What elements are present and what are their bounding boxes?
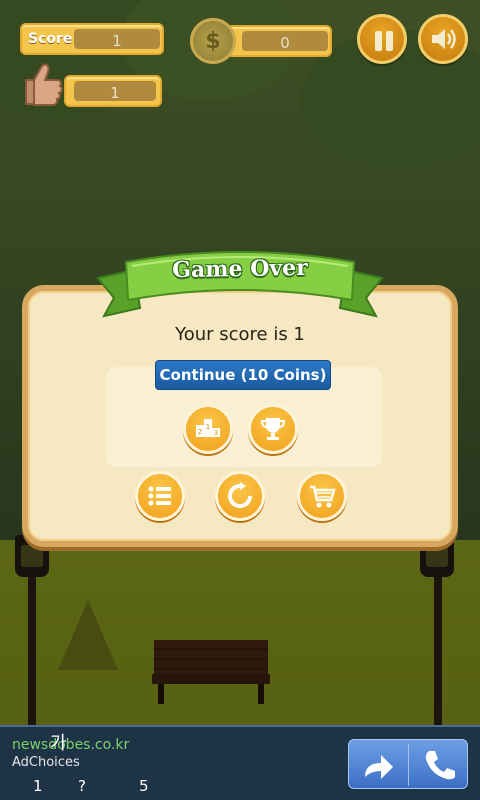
pause-button[interactable] xyxy=(357,14,407,64)
achievements-button[interactable] xyxy=(248,404,298,454)
ad-banner[interactable]: newsdobes.co.kr 가 AdChoices 1 ? 5 xyxy=(0,725,480,800)
restart-icon xyxy=(228,482,252,508)
svg-text:2: 2 xyxy=(198,428,202,436)
likes-bar: 1 xyxy=(64,75,162,107)
likes-value: 1 xyxy=(110,84,120,102)
coin-glyph: $ xyxy=(205,29,221,54)
score-value: 1 xyxy=(112,32,122,50)
menu-button[interactable] xyxy=(135,471,185,521)
ad-action-buttons xyxy=(348,739,468,789)
svg-text:1: 1 xyxy=(206,423,210,431)
phone-icon[interactable] xyxy=(419,745,459,785)
score-message: Your score is 1 xyxy=(175,324,305,345)
ad-num-3: 5 xyxy=(139,777,149,795)
restart-button[interactable] xyxy=(215,471,265,521)
score-label: Score xyxy=(28,31,73,47)
sound-button[interactable] xyxy=(418,14,468,64)
continue-button[interactable]: Continue (10 Coins) xyxy=(155,360,331,390)
ad-url[interactable]: newsdobes.co.kr xyxy=(12,737,129,753)
ad-num-1: 1 xyxy=(33,777,43,795)
ad-korean-char: 가 xyxy=(50,733,67,754)
coins-bar: 0 xyxy=(226,25,332,57)
trophy-icon xyxy=(260,418,286,440)
thumbs-up-icon xyxy=(25,63,63,106)
svg-text:3: 3 xyxy=(214,429,218,437)
speaker-icon xyxy=(432,29,456,49)
score-bar: Score 1 xyxy=(20,23,164,55)
share-arrow-icon[interactable] xyxy=(359,745,399,785)
leaderboard-icon: 1 2 3 xyxy=(196,419,220,437)
menu-list-icon xyxy=(148,486,171,506)
shop-button[interactable] xyxy=(297,471,347,521)
shop-cart-icon xyxy=(310,485,336,508)
coins-value: 0 xyxy=(280,34,290,52)
ad-num-2: ? xyxy=(78,777,86,795)
game-over-title: Game Over xyxy=(172,254,308,284)
coin-icon: $ xyxy=(190,18,236,64)
ad-choices-link[interactable]: AdChoices xyxy=(12,755,80,770)
leaderboard-button[interactable]: 1 2 3 xyxy=(183,404,233,454)
